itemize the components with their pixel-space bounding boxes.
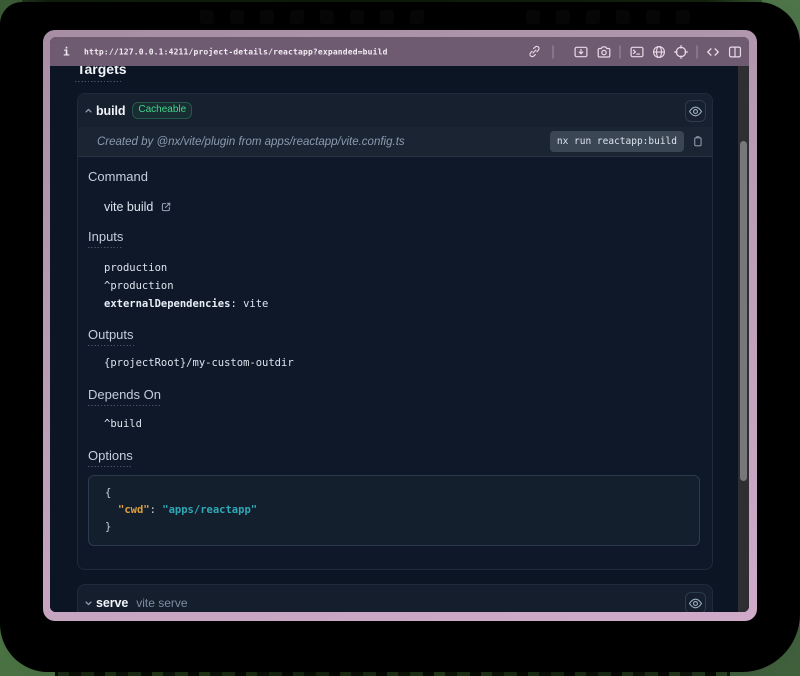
section-label-command: Command [88,170,148,183]
external-deps-value: : vite [230,298,268,310]
terminal-icon[interactable] [630,44,645,59]
json-value: "apps/reactapp" [162,504,257,516]
dimmed-icon [616,10,630,24]
titlebar-divider [553,45,554,58]
dimmed-icon [556,10,570,24]
dimmed-icon [350,10,364,24]
dimmed-icon [410,10,424,24]
input-item: ^production [104,280,174,293]
input-item: production [104,262,167,275]
page-title: Targets [77,66,127,76]
json-key: "cwd" [118,504,150,516]
dimmed-toolbar-gap [440,10,510,24]
dimmed-toolbar-icons [200,10,690,24]
run-command-chip[interactable]: nx run reactapp:build [550,131,684,152]
crosshair-icon[interactable] [674,44,689,59]
info-icon: i [63,45,70,58]
split-columns-icon[interactable] [728,44,743,59]
external-deps-key: externalDependencies [104,298,230,310]
project-details-page: Targets build Cacheable [50,66,738,612]
globe-icon[interactable] [652,44,667,59]
titlebar-divider [697,45,698,58]
camera-icon[interactable] [597,44,612,59]
window-titlebar: i http://127.0.0.1:4211/project-details/… [50,37,749,66]
target-card-serve: serve vite serve [77,584,713,612]
target-header-build[interactable]: build Cacheable [78,94,712,127]
copy-icon[interactable] [692,135,704,149]
preview-window: i http://127.0.0.1:4211/project-details/… [43,30,757,621]
dimmed-icon [586,10,600,24]
target-meta-row: Created by @nx/vite/plugin from apps/rea… [78,127,712,157]
url-address[interactable]: http://127.0.0.1:4211/project-details/re… [84,47,388,56]
window-body: i http://127.0.0.1:4211/project-details/… [50,37,749,612]
target-subtitle-serve: vite serve [136,596,187,610]
json-line-cwd: "cwd": "apps/reactapp" [105,502,699,519]
dimmed-icon [200,10,214,24]
dimmed-icon [646,10,660,24]
chevron-down-icon [83,598,94,609]
link-icon[interactable] [527,44,542,59]
screenshot-save-icon[interactable] [574,44,589,59]
external-link-icon[interactable] [160,201,172,213]
dimmed-icon [260,10,274,24]
dimmed-icon [290,10,304,24]
options-json-block: { "cwd": "apps/reactapp" } [88,475,700,546]
depends-on-item: ^build [104,418,142,431]
created-by-text: Created by @nx/vite/plugin from apps/rea… [97,136,405,148]
target-name-build: build [96,104,125,118]
json-colon: : [150,504,163,516]
section-label-options: Options [88,449,133,467]
dimmed-icon [526,10,540,24]
command-text: vite build [104,201,153,214]
page-viewport: Targets build Cacheable [50,66,749,612]
dimmed-icon [380,10,394,24]
json-line-open: { [105,485,699,502]
output-item: {projectRoot}/my-custom-outdir [104,357,294,370]
dimmed-icon [676,10,690,24]
scrollbar-thumb[interactable] [740,141,747,481]
page-title-underline [75,81,123,82]
json-line-close: } [105,519,699,536]
section-label-inputs: Inputs [88,230,123,248]
code-icon[interactable] [706,44,721,59]
view-target-button[interactable] [685,100,706,122]
scrollbar-track[interactable] [738,66,749,612]
input-item-external-deps: externalDependencies: vite [104,298,268,311]
view-target-button[interactable] [685,592,706,612]
section-label-depends-on: Depends On [88,388,161,406]
section-label-outputs: Outputs [88,328,134,346]
command-value: vite build [104,201,172,214]
cacheable-badge: Cacheable [132,102,192,120]
dimmed-icon [230,10,244,24]
dimmed-icon [320,10,334,24]
target-header-serve[interactable]: serve vite serve [78,585,712,612]
chevron-up-icon [83,105,94,116]
target-name-serve: serve [96,596,128,610]
titlebar-divider [620,45,621,58]
